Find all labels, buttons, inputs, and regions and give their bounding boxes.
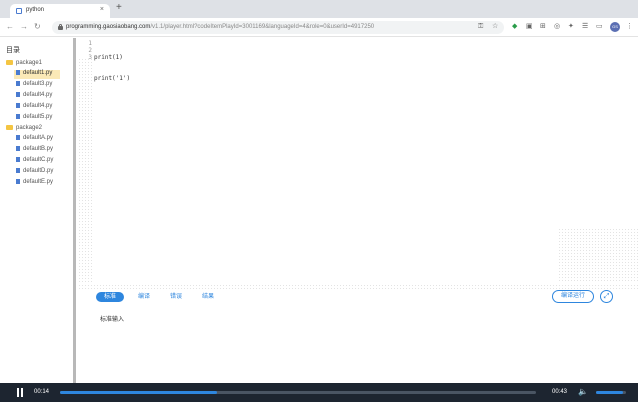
file-item[interactable]: default1.py (14, 70, 60, 79)
tab-close-icon[interactable]: × (100, 6, 104, 13)
browser-tab-strip: python × + (0, 0, 638, 18)
tab-error[interactable]: 错误 (166, 292, 186, 302)
file-item[interactable]: defaultE.py (14, 179, 60, 188)
progress-track[interactable] (60, 391, 536, 394)
tab-result[interactable]: 结果 (198, 292, 218, 302)
file-item[interactable]: default3.py (14, 81, 60, 90)
line-number: 2 (88, 47, 92, 54)
reload-button[interactable]: ↻ (34, 22, 41, 32)
file-item[interactable]: defaultB.py (14, 146, 60, 155)
volume-slider[interactable] (596, 391, 626, 394)
compile-run-button[interactable]: 编译运行 (552, 290, 594, 303)
sidebar-title: 目录 (6, 47, 20, 54)
url-text[interactable]: programming.gaosiaobang.com/v1.1/player.… (66, 24, 374, 30)
texture-overlay (78, 58, 92, 283)
browser-toolbar: ← → ↻ programming.gaosiaobang.com/v1.1/p… (0, 18, 638, 37)
line-number: 1 (88, 40, 92, 47)
stdin-label: 标准输入 (100, 317, 125, 323)
browser-tab[interactable]: python × (10, 4, 110, 18)
file-icon (16, 179, 20, 184)
extension-icon[interactable]: ▣ (526, 23, 533, 31)
code-line[interactable]: print('1') (94, 75, 130, 82)
file-item[interactable]: default5.py (14, 114, 60, 123)
code-editor[interactable]: 1 2 3 print(1) print('1') (78, 38, 638, 283)
sidebar-splitter[interactable] (73, 38, 76, 383)
file-item[interactable]: defaultD.py (14, 168, 60, 177)
file-icon (16, 135, 20, 140)
code-area[interactable]: print(1) print('1') (94, 40, 130, 110)
file-icon (16, 92, 20, 97)
new-tab-button[interactable]: + (116, 3, 122, 13)
file-icon (16, 103, 20, 108)
extension-icon[interactable]: ◎ (554, 23, 560, 31)
file-icon (16, 157, 20, 162)
file-tree-sidebar: 目录 package1 default1.py default3.py defa… (0, 38, 74, 383)
volume-icon[interactable]: 🔈 (578, 387, 588, 397)
puzzle-icon[interactable]: ✦ (568, 23, 574, 31)
progress-fill (60, 391, 218, 394)
output-panel: 标准 编译 错误 结果 编译运行 ⤢ 标准输入 (78, 284, 638, 383)
menu-icon[interactable]: ⋮ (626, 23, 633, 31)
back-button[interactable]: ← (6, 22, 14, 32)
python-favicon-icon (16, 8, 22, 14)
folder-package1[interactable]: package1 (6, 60, 42, 69)
tab-stdin[interactable]: 标准 (96, 292, 124, 302)
volume-fill (596, 391, 623, 394)
texture-overlay (78, 284, 638, 290)
extension-icon[interactable]: ⊞ (540, 23, 546, 31)
video-player-bar: 00:14 00:43 🔈 (0, 383, 638, 402)
texture-overlay (558, 228, 638, 283)
code-line[interactable]: print(1) (94, 54, 130, 61)
forward-button[interactable]: → (20, 22, 28, 32)
tab-title: python (26, 7, 45, 13)
lock-icon (58, 24, 63, 30)
file-icon (16, 114, 20, 119)
file-item[interactable]: default4.py (14, 103, 60, 112)
star-icon[interactable]: ☆ (492, 23, 498, 31)
file-item[interactable]: defaultA.py (14, 135, 60, 144)
extension-icon[interactable]: ◆ (512, 23, 517, 31)
key-icon[interactable]: ⚿ (478, 23, 483, 31)
file-icon (16, 146, 20, 151)
cast-icon[interactable]: ▭ (596, 23, 603, 31)
address-bar[interactable]: programming.gaosiaobang.com/v1.1/player.… (52, 21, 504, 34)
file-icon (16, 70, 20, 75)
file-icon (16, 81, 20, 86)
extension-icon[interactable]: ☰ (582, 23, 588, 31)
avatar[interactable]: GS (610, 22, 620, 32)
current-time: 00:14 (34, 389, 50, 395)
total-time: 00:43 (552, 389, 568, 395)
folder-package2[interactable]: package2 (6, 125, 42, 134)
tab-compile[interactable]: 编译 (134, 292, 154, 302)
file-item[interactable]: default4.py (14, 92, 60, 101)
folder-icon (6, 125, 13, 130)
pause-icon[interactable] (16, 388, 25, 397)
expand-icon[interactable]: ⤢ (600, 290, 613, 303)
file-item[interactable]: defaultC.py (14, 157, 60, 166)
file-icon (16, 168, 20, 173)
folder-icon (6, 60, 13, 65)
